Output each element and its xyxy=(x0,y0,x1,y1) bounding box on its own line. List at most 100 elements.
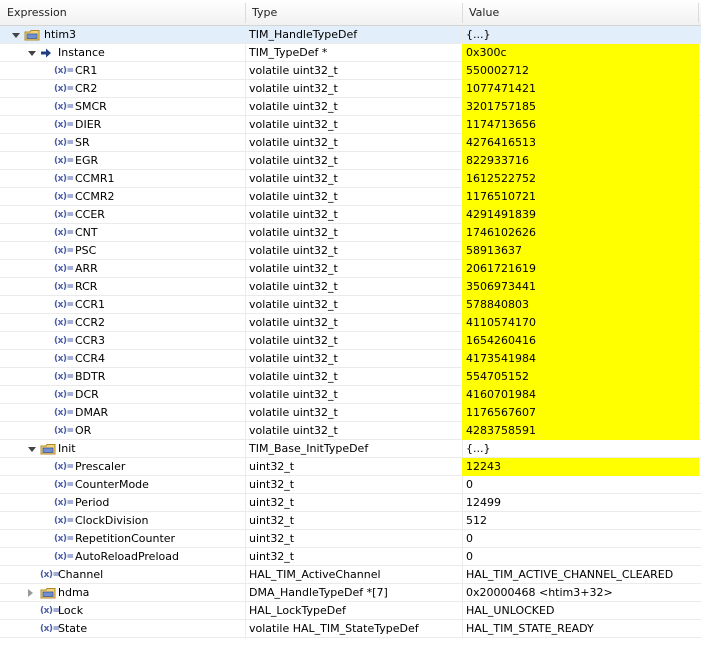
tree-row-period[interactable]: (x)= Period uint32_t 12499 xyxy=(0,494,701,512)
tree-row-autoreloadpreload[interactable]: (x)= AutoReloadPreload uint32_t 0 xyxy=(0,548,701,566)
tree-row-sr[interactable]: (x)= SR volatile uint32_t 4276416513 xyxy=(0,134,701,152)
value-cell-changed[interactable]: 3506973441 xyxy=(462,278,699,296)
expression-cell[interactable]: (x)= RCR xyxy=(0,278,245,296)
expression-cell[interactable]: (x)= DCR xyxy=(0,386,245,404)
collapse-triangle-icon[interactable] xyxy=(28,589,33,597)
value-cell[interactable]: 512 xyxy=(462,512,699,530)
value-cell-changed[interactable]: 578840803 xyxy=(462,296,699,314)
expression-cell[interactable]: (x)= Prescaler xyxy=(0,458,245,476)
tree-row-arr[interactable]: (x)= ARR volatile uint32_t 2061721619 xyxy=(0,260,701,278)
value-cell-changed[interactable]: 822933716 xyxy=(462,152,699,170)
expression-cell[interactable]: (x)= DMAR xyxy=(0,404,245,422)
expression-cell[interactable]: (x)= CCR4 xyxy=(0,350,245,368)
value-cell-changed[interactable]: 550002712 xyxy=(462,62,699,80)
tree-row-ccer[interactable]: (x)= CCER volatile uint32_t 4291491839 xyxy=(0,206,701,224)
value-cell-changed[interactable]: 4283758591 xyxy=(462,422,699,440)
expression-cell[interactable]: hdma xyxy=(0,584,245,602)
tree-row-ccr1[interactable]: (x)= CCR1 volatile uint32_t 578840803 xyxy=(0,296,701,314)
tree-row-state[interactable]: (x)= State volatile HAL_TIM_StateTypeDef HA… xyxy=(0,620,701,638)
expression-cell[interactable]: (x)= PSC xyxy=(0,242,245,260)
expression-cell[interactable]: (x)= CR2 xyxy=(0,80,245,98)
value-cell-changed[interactable]: 12243 xyxy=(462,458,699,476)
tree-row-repetitioncounter[interactable]: (x)= RepetitionCounter uint32_t 0 xyxy=(0,530,701,548)
tree-row-clockdivision[interactable]: (x)= ClockDivision uint32_t 512 xyxy=(0,512,701,530)
tree-row-ccr3[interactable]: (x)= CCR3 volatile uint32_t 1654260416 xyxy=(0,332,701,350)
value-cell[interactable]: {...} xyxy=(462,26,699,44)
column-divider[interactable] xyxy=(698,3,699,23)
value-cell[interactable]: HAL_UNLOCKED xyxy=(462,602,699,620)
expression-cell[interactable]: (x)= CR1 xyxy=(0,62,245,80)
expression-cell[interactable]: (x)= BDTR xyxy=(0,368,245,386)
tree-row-egr[interactable]: (x)= EGR volatile uint32_t 822933716 xyxy=(0,152,701,170)
expression-cell[interactable]: (x)= ARR xyxy=(0,260,245,278)
tree-row-dier[interactable]: (x)= DIER volatile uint32_t 1174713656 xyxy=(0,116,701,134)
value-cell-changed[interactable]: 0x300c xyxy=(462,44,699,62)
value-cell-changed[interactable]: 1174713656 xyxy=(462,116,699,134)
header-type[interactable]: Type xyxy=(245,0,462,26)
value-cell-changed[interactable]: 4110574170 xyxy=(462,314,699,332)
tree-row-or[interactable]: (x)= OR volatile uint32_t 4283758591 xyxy=(0,422,701,440)
tree-row-cr2[interactable]: (x)= CR2 volatile uint32_t 1077471421 xyxy=(0,80,701,98)
tree-row-hdma[interactable]: hdma DMA_HandleTypeDef *[7] 0x20000468 <ht… xyxy=(0,584,701,602)
value-cell[interactable]: 0 xyxy=(462,476,699,494)
expression-cell[interactable]: (x)= State xyxy=(0,620,245,638)
expression-cell[interactable]: (x)= OR xyxy=(0,422,245,440)
expression-cell[interactable]: (x)= CNT xyxy=(0,224,245,242)
header-expression[interactable]: Expression xyxy=(0,0,245,26)
value-cell[interactable]: 0x20000468 <htim3+32> xyxy=(462,584,699,602)
expression-cell[interactable]: (x)= CCR2 xyxy=(0,314,245,332)
expression-cell[interactable]: (x)= CCR1 xyxy=(0,296,245,314)
value-cell-changed[interactable]: 554705152 xyxy=(462,368,699,386)
value-cell[interactable]: HAL_TIM_ACTIVE_CHANNEL_CLEARED xyxy=(462,566,699,584)
expand-triangle-icon[interactable] xyxy=(28,447,36,452)
value-cell-changed[interactable]: 1176567607 xyxy=(462,404,699,422)
tree-row-dmar[interactable]: (x)= DMAR volatile uint32_t 1176567607 xyxy=(0,404,701,422)
expression-cell[interactable]: (x)= Period xyxy=(0,494,245,512)
value-cell[interactable]: HAL_TIM_STATE_READY xyxy=(462,620,699,638)
expression-cell[interactable]: Init xyxy=(0,440,245,458)
tree-row-ccr4[interactable]: (x)= CCR4 volatile uint32_t 4173541984 xyxy=(0,350,701,368)
tree-row-bdtr[interactable]: (x)= BDTR volatile uint32_t 554705152 xyxy=(0,368,701,386)
tree-row-instance[interactable]: Instance TIM_TypeDef * 0x300c xyxy=(0,44,701,62)
value-cell[interactable]: 0 xyxy=(462,548,699,566)
tree-row-lock[interactable]: (x)= Lock HAL_LockTypeDef HAL_UNLOCKED xyxy=(0,602,701,620)
expand-triangle-icon[interactable] xyxy=(28,51,36,56)
expression-cell[interactable]: Instance xyxy=(0,44,245,62)
expression-cell[interactable]: (x)= CCER xyxy=(0,206,245,224)
tree-row-cr1[interactable]: (x)= CR1 volatile uint32_t 550002712 xyxy=(0,62,701,80)
value-cell-changed[interactable]: 2061721619 xyxy=(462,260,699,278)
tree-row-channel[interactable]: (x)= Channel HAL_TIM_ActiveChannel HAL_TIM_… xyxy=(0,566,701,584)
expression-cell[interactable]: (x)= CCMR1 xyxy=(0,170,245,188)
expression-cell[interactable]: (x)= CounterMode xyxy=(0,476,245,494)
value-cell-changed[interactable]: 4291491839 xyxy=(462,206,699,224)
value-cell-changed[interactable]: 4173541984 xyxy=(462,350,699,368)
expand-triangle-icon[interactable] xyxy=(12,33,20,38)
tree-row-ccmr1[interactable]: (x)= CCMR1 volatile uint32_t 1612522752 xyxy=(0,170,701,188)
tree-row-countermode[interactable]: (x)= CounterMode uint32_t 0 xyxy=(0,476,701,494)
tree-row-htim3[interactable]: htim3 TIM_HandleTypeDef {...} xyxy=(0,26,701,44)
tree-row-dcr[interactable]: (x)= DCR volatile uint32_t 4160701984 xyxy=(0,386,701,404)
value-cell-changed[interactable]: 1612522752 xyxy=(462,170,699,188)
tree-row-cnt[interactable]: (x)= CNT volatile uint32_t 1746102626 xyxy=(0,224,701,242)
expression-cell[interactable]: (x)= Channel xyxy=(0,566,245,584)
value-cell-changed[interactable]: 1746102626 xyxy=(462,224,699,242)
value-cell-changed[interactable]: 58913637 xyxy=(462,242,699,260)
expression-cell[interactable]: (x)= RepetitionCounter xyxy=(0,530,245,548)
expression-cell[interactable]: htim3 xyxy=(0,26,245,44)
value-cell-changed[interactable]: 3201757185 xyxy=(462,98,699,116)
value-cell-changed[interactable]: 4276416513 xyxy=(462,134,699,152)
value-cell[interactable]: 0 xyxy=(462,530,699,548)
tree-row-prescaler[interactable]: (x)= Prescaler uint32_t 12243 xyxy=(0,458,701,476)
expression-cell[interactable]: (x)= AutoReloadPreload xyxy=(0,548,245,566)
expression-cell[interactable]: (x)= DIER xyxy=(0,116,245,134)
value-cell[interactable]: 12499 xyxy=(462,494,699,512)
tree-row-psc[interactable]: (x)= PSC volatile uint32_t 58913637 xyxy=(0,242,701,260)
value-cell[interactable]: {...} xyxy=(462,440,699,458)
expression-cell[interactable]: (x)= Lock xyxy=(0,602,245,620)
tree-row-rcr[interactable]: (x)= RCR volatile uint32_t 3506973441 xyxy=(0,278,701,296)
value-cell-changed[interactable]: 4160701984 xyxy=(462,386,699,404)
expression-cell[interactable]: (x)= CCR3 xyxy=(0,332,245,350)
value-cell-changed[interactable]: 1176510721 xyxy=(462,188,699,206)
tree-row-init[interactable]: Init TIM_Base_InitTypeDef {...} xyxy=(0,440,701,458)
value-cell-changed[interactable]: 1654260416 xyxy=(462,332,699,350)
